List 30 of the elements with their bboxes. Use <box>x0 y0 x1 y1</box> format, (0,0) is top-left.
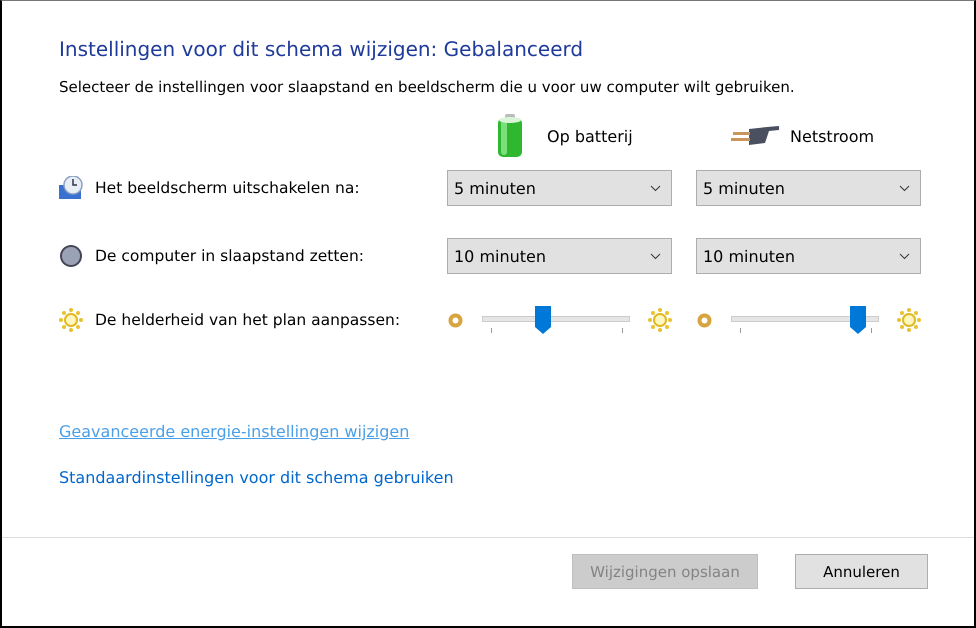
dropdown[interactable]: 10 minuten <box>696 238 921 274</box>
chevron-icon <box>650 252 661 260</box>
sun-icon <box>59 308 83 332</box>
dropdown[interactable]: 10 minuten <box>447 238 672 274</box>
setting-label: De helderheid van het plan aanpassen: <box>95 311 400 329</box>
battery-icon <box>497 114 523 158</box>
moon-icon <box>59 244 83 268</box>
slider-thumb[interactable] <box>534 306 551 334</box>
dim-sun-icon <box>447 312 464 328</box>
clock-icon <box>59 176 83 200</box>
chevron-icon <box>899 184 910 192</box>
setting-label: De computer in slaapstand zetten: <box>95 247 364 265</box>
slider-thumb[interactable] <box>850 306 866 334</box>
link[interactable]: Standaardinstellingen voor dit schema gebruiken <box>59 468 454 487</box>
column-header: Netstroom <box>790 126 874 146</box>
plug-icon <box>731 125 781 147</box>
setting-label: Het beeldscherm uitschakelen na: <box>95 179 360 197</box>
cancel-button[interactable]: Annuleren <box>795 554 928 589</box>
dropdown[interactable]: 5 minuten <box>696 170 921 206</box>
description: Selecteer de instellingen voor slaapstand en beeldscherm die u voor uw computer wilt gebruiken. <box>59 78 796 96</box>
bright-sun-icon <box>648 308 672 332</box>
brightness-slider[interactable] <box>731 306 879 334</box>
dim-sun-icon <box>696 312 713 328</box>
column-header: Op batterij <box>547 126 633 146</box>
dialog-title: Instellingen voor dit schema wijzigen: Gebalanceerd <box>59 37 584 61</box>
brightness-slider[interactable] <box>482 306 630 334</box>
chevron-icon <box>899 252 910 260</box>
dropdown[interactable]: 5 minuten <box>447 170 672 206</box>
chevron-icon <box>650 184 661 192</box>
bright-sun-icon <box>897 308 921 332</box>
